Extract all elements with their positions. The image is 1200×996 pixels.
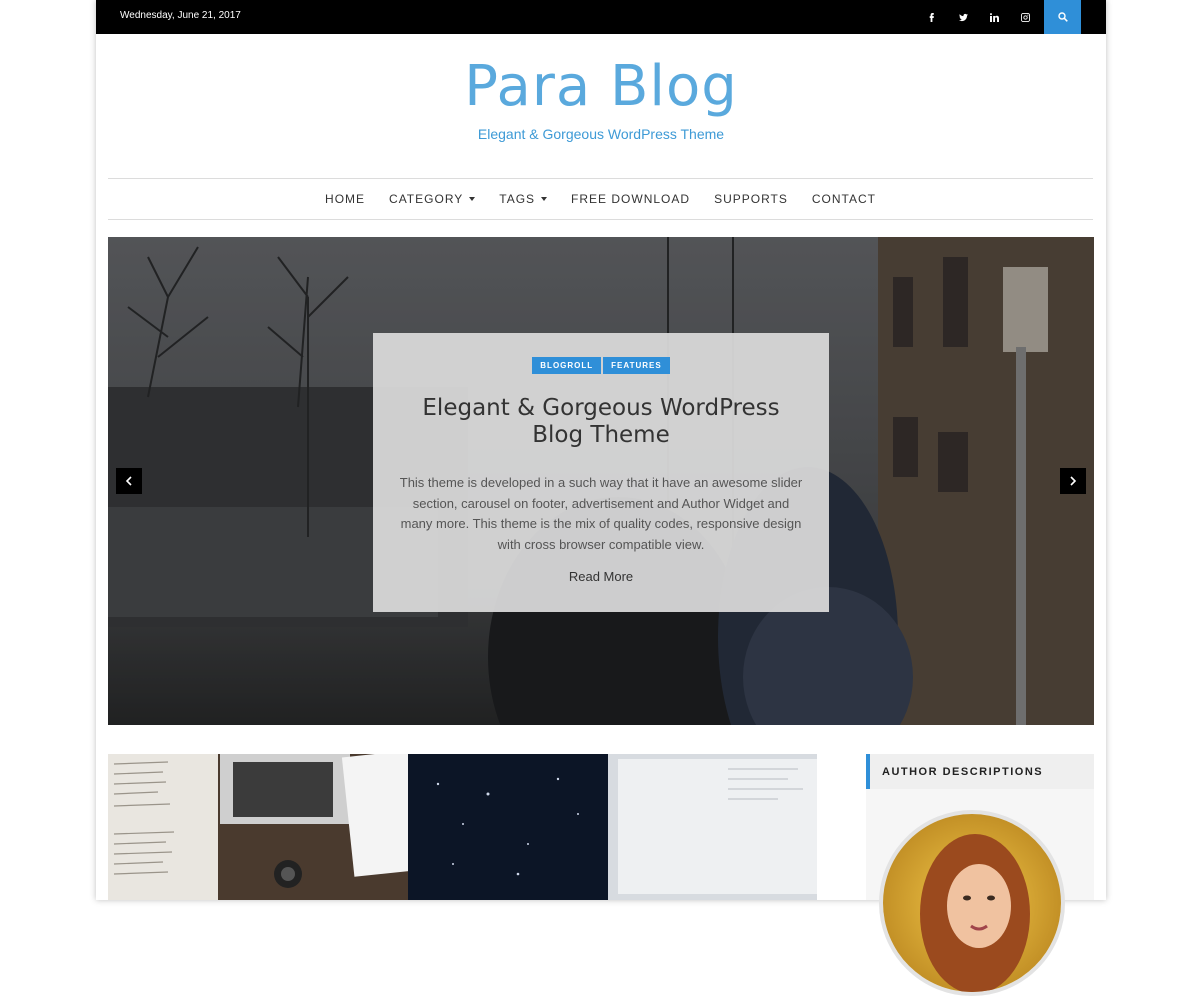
author-avatar <box>879 810 1065 996</box>
slider-next-button[interactable] <box>1060 468 1086 494</box>
tag-features[interactable]: FEATURES <box>603 357 670 374</box>
nav-item-category[interactable]: CATEGORY <box>389 192 476 206</box>
site-tagline: Elegant & Gorgeous WordPress Theme <box>477 126 725 142</box>
slide-caption-card: BLOGROLL FEATURES Elegant & Gorgeous Wor… <box>373 333 829 612</box>
instagram-icon[interactable] <box>1010 0 1040 34</box>
site-title[interactable]: Para Blog <box>96 52 1106 122</box>
facebook-icon[interactable] <box>916 0 946 34</box>
slide-title[interactable]: Elegant & Gorgeous WordPress Blog Theme <box>403 395 799 449</box>
widget-title-text: AUTHOR DESCRIPTIONS <box>882 766 1044 778</box>
read-more-link[interactable]: Read More <box>373 569 829 584</box>
main-navigation: HOME CATEGORY TAGS FREE DOWNLOAD SUPPORT… <box>108 178 1093 220</box>
nav-item-contact[interactable]: CONTACT <box>812 192 876 206</box>
chevron-right-icon <box>1070 476 1077 486</box>
tag-blogroll[interactable]: BLOGROLL <box>532 357 602 374</box>
widget-title: AUTHOR DESCRIPTIONS <box>866 754 1094 789</box>
featured-slider: BLOGROLL FEATURES Elegant & Gorgeous Wor… <box>108 237 1094 725</box>
chevron-left-icon <box>125 476 132 486</box>
nav-item-supports[interactable]: SUPPORTS <box>714 192 788 206</box>
nav-item-tags[interactable]: TAGS <box>499 192 548 206</box>
nav-item-home[interactable]: HOME <box>325 192 365 206</box>
post-thumbnail-image <box>108 754 817 900</box>
current-date: Wednesday, June 21, 2017 <box>120 10 241 21</box>
search-icon <box>1057 12 1068 22</box>
slide-tags: BLOGROLL FEATURES <box>373 357 829 374</box>
twitter-icon[interactable] <box>948 0 978 34</box>
top-bar: Wednesday, June 21, 2017 <box>96 0 1106 34</box>
slider-prev-button[interactable] <box>116 468 142 494</box>
linkedin-icon[interactable] <box>979 0 1009 34</box>
search-button[interactable] <box>1044 0 1081 34</box>
slide-excerpt: This theme is developed in a such way th… <box>399 475 803 552</box>
site-branding: Para Blog Elegant & Gorgeous WordPress T… <box>96 52 1106 142</box>
nav-item-free-download[interactable]: FREE DOWNLOAD <box>571 192 690 206</box>
post-thumbnail[interactable] <box>108 754 817 900</box>
caret-down-icon <box>469 197 476 201</box>
page: Wednesday, June 21, 2017 Para Blog Elega… <box>96 0 1106 996</box>
caret-down-icon <box>541 197 548 201</box>
